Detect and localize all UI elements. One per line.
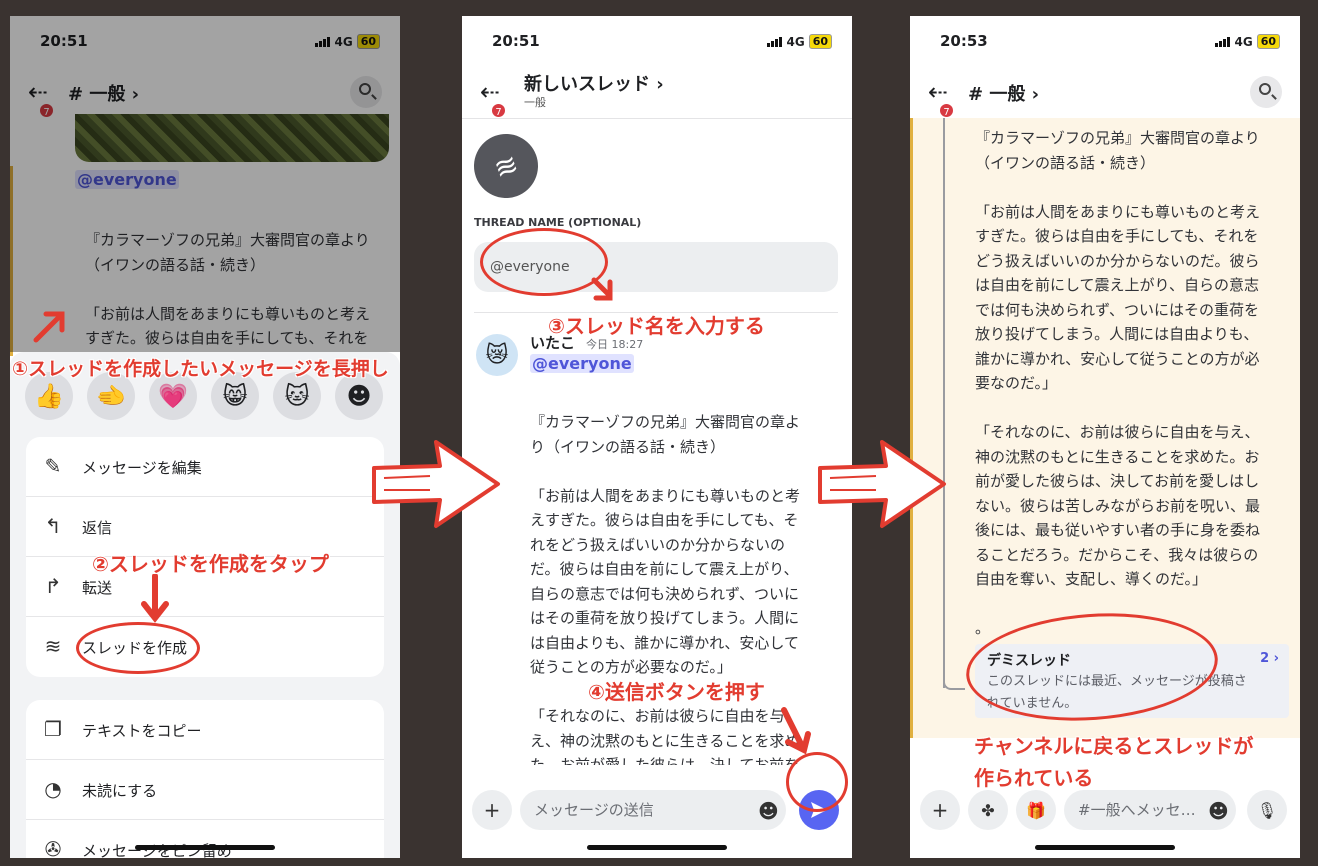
action-sheet: 👍 🫲 💗 😸 🐱 ☻ ✎ メッセージを編集 ↰ 返信 ↱ 転送 ≋ スレッドを作成 ❐…: [10, 352, 400, 858]
avatar-face-icon: 😿: [485, 342, 509, 368]
apps-button[interactable]: ✤: [968, 790, 1008, 830]
plus-icon: +: [483, 798, 501, 822]
home-indicator: [1035, 845, 1175, 850]
message-mention: @everyone: [530, 354, 634, 373]
annotation-step5-line1: チャンネルに戻るとスレッドが: [974, 734, 1254, 758]
edit-message-label: メッセージを編集: [82, 459, 202, 477]
pin-message-item[interactable]: ✇ メッセージをピン留め: [26, 820, 384, 858]
unread-badge: 7: [938, 102, 955, 119]
signal-indicator: 4G 60: [767, 34, 832, 49]
phone-screen-long-press: 20:51 4G 60 ⇠ 7 # 一般 › @everyone 『カラマーゾフ…: [10, 16, 400, 858]
unread-badge: 7: [490, 102, 507, 119]
network-label: 4G: [1234, 34, 1253, 49]
pin-icon: ✇: [44, 837, 62, 858]
reply-label: 返信: [82, 519, 113, 537]
copy-text-label: テキストをコピー: [82, 722, 202, 740]
pointer-arrow-step1: [33, 311, 65, 343]
pencil-icon: ✎: [44, 454, 62, 478]
avatar[interactable]: 😿: [476, 334, 518, 376]
copy-icon: ❐: [44, 717, 62, 741]
pointer-arrow-step3: [591, 277, 613, 301]
status-time: 20:53: [940, 32, 988, 50]
header-divider: [462, 118, 852, 119]
status-time: 20:51: [492, 32, 540, 50]
thread-title[interactable]: 新しいスレッド ›: [524, 70, 664, 96]
highlight-circle-thread-name: [480, 228, 608, 296]
plus-icon: +: [931, 798, 949, 822]
pointer-arrow-step2: [141, 574, 169, 623]
signal-indicator: 4G 60: [1215, 34, 1280, 49]
microphone-icon: 🎙: [1256, 800, 1278, 820]
dim-overlay: [10, 16, 400, 352]
forward-icon: ↱: [44, 574, 62, 598]
thread-message-count: 2 ›: [1260, 651, 1279, 666]
annotation-step2: ②スレッドを作成をタップ: [92, 552, 329, 576]
add-attachment-button[interactable]: +: [920, 790, 960, 830]
message-input[interactable]: メッセージの送信: [520, 790, 786, 830]
status-bar: 20:53 4G 60: [910, 32, 1300, 56]
message-input-placeholder: #一般へメッセ…: [1078, 801, 1196, 819]
thread-connector-curve: [943, 674, 965, 690]
home-indicator: [135, 845, 275, 850]
thread-header: ⇠ 7 新しいスレッド › 一般: [462, 72, 852, 122]
flow-arrow-1: [372, 440, 500, 528]
back-arrow-icon[interactable]: ⇠: [928, 80, 948, 104]
search-icon: [1259, 83, 1271, 95]
pointer-arrow-step4: [781, 707, 811, 755]
emoji-icon[interactable]: ☻: [758, 799, 779, 823]
thread-connector-line: [943, 118, 945, 688]
search-button[interactable]: [1250, 76, 1282, 108]
annotation-step4: ④送信ボタンを押す: [588, 680, 765, 704]
channel-header: ⇠ 7 # 一般 ›: [910, 72, 1300, 122]
channel-title[interactable]: # 一般 ›: [968, 80, 1039, 106]
flow-arrow-2: [818, 440, 946, 528]
forward-label: 転送: [82, 579, 113, 597]
highlight-circle-create-thread: [76, 622, 200, 674]
annotation-step3: ③スレッド名を入力する: [548, 314, 765, 338]
thread-name-label: THREAD NAME (OPTIONAL): [474, 216, 642, 229]
thread-icon: ≋: [489, 146, 523, 186]
battery-icon: 60: [1256, 34, 1280, 49]
mark-unread-item[interactable]: ◔ 未読にする: [26, 760, 384, 820]
status-bar: 20:51 4G 60: [462, 32, 852, 56]
reply-icon: ↰: [44, 514, 62, 538]
thread-icon: ≋: [44, 634, 62, 658]
annotation-step5-line2: 作られている: [974, 766, 1094, 790]
network-label: 4G: [786, 34, 805, 49]
gift-icon: 🎁: [1026, 800, 1046, 820]
message-input-placeholder: メッセージの送信: [534, 801, 654, 819]
apps-icon: ✤: [981, 800, 995, 820]
copy-text-item[interactable]: ❐ テキストをコピー: [26, 700, 384, 760]
home-indicator: [587, 845, 727, 850]
emoji-icon[interactable]: ☻: [1208, 799, 1229, 823]
signal-icon: [1215, 36, 1231, 47]
gift-button[interactable]: 🎁: [1016, 790, 1056, 830]
edit-message-item[interactable]: ✎ メッセージを編集: [26, 437, 384, 497]
voice-button[interactable]: 🎙: [1247, 790, 1287, 830]
mark-unread-label: 未読にする: [82, 782, 158, 800]
thread-avatar: ≋: [464, 124, 548, 208]
add-attachment-button[interactable]: +: [472, 790, 512, 830]
battery-icon: 60: [808, 34, 832, 49]
back-arrow-icon[interactable]: ⇠: [480, 80, 500, 104]
annotation-step1: ①スレッドを作成したいメッセージを長押し: [12, 358, 389, 380]
thread-subtitle: 一般: [524, 96, 546, 109]
highlight-circle-send: [786, 752, 848, 812]
message-text[interactable]: 『カラマーゾフの兄弟』大審問官の章より （イワンの語る話・続き） 「お前は人間を…: [975, 126, 1295, 641]
action-card-secondary: ❐ テキストをコピー ◔ 未読にする ✇ メッセージをピン留め: [26, 700, 384, 858]
signal-icon: [767, 36, 783, 47]
unread-icon: ◔: [44, 777, 62, 801]
